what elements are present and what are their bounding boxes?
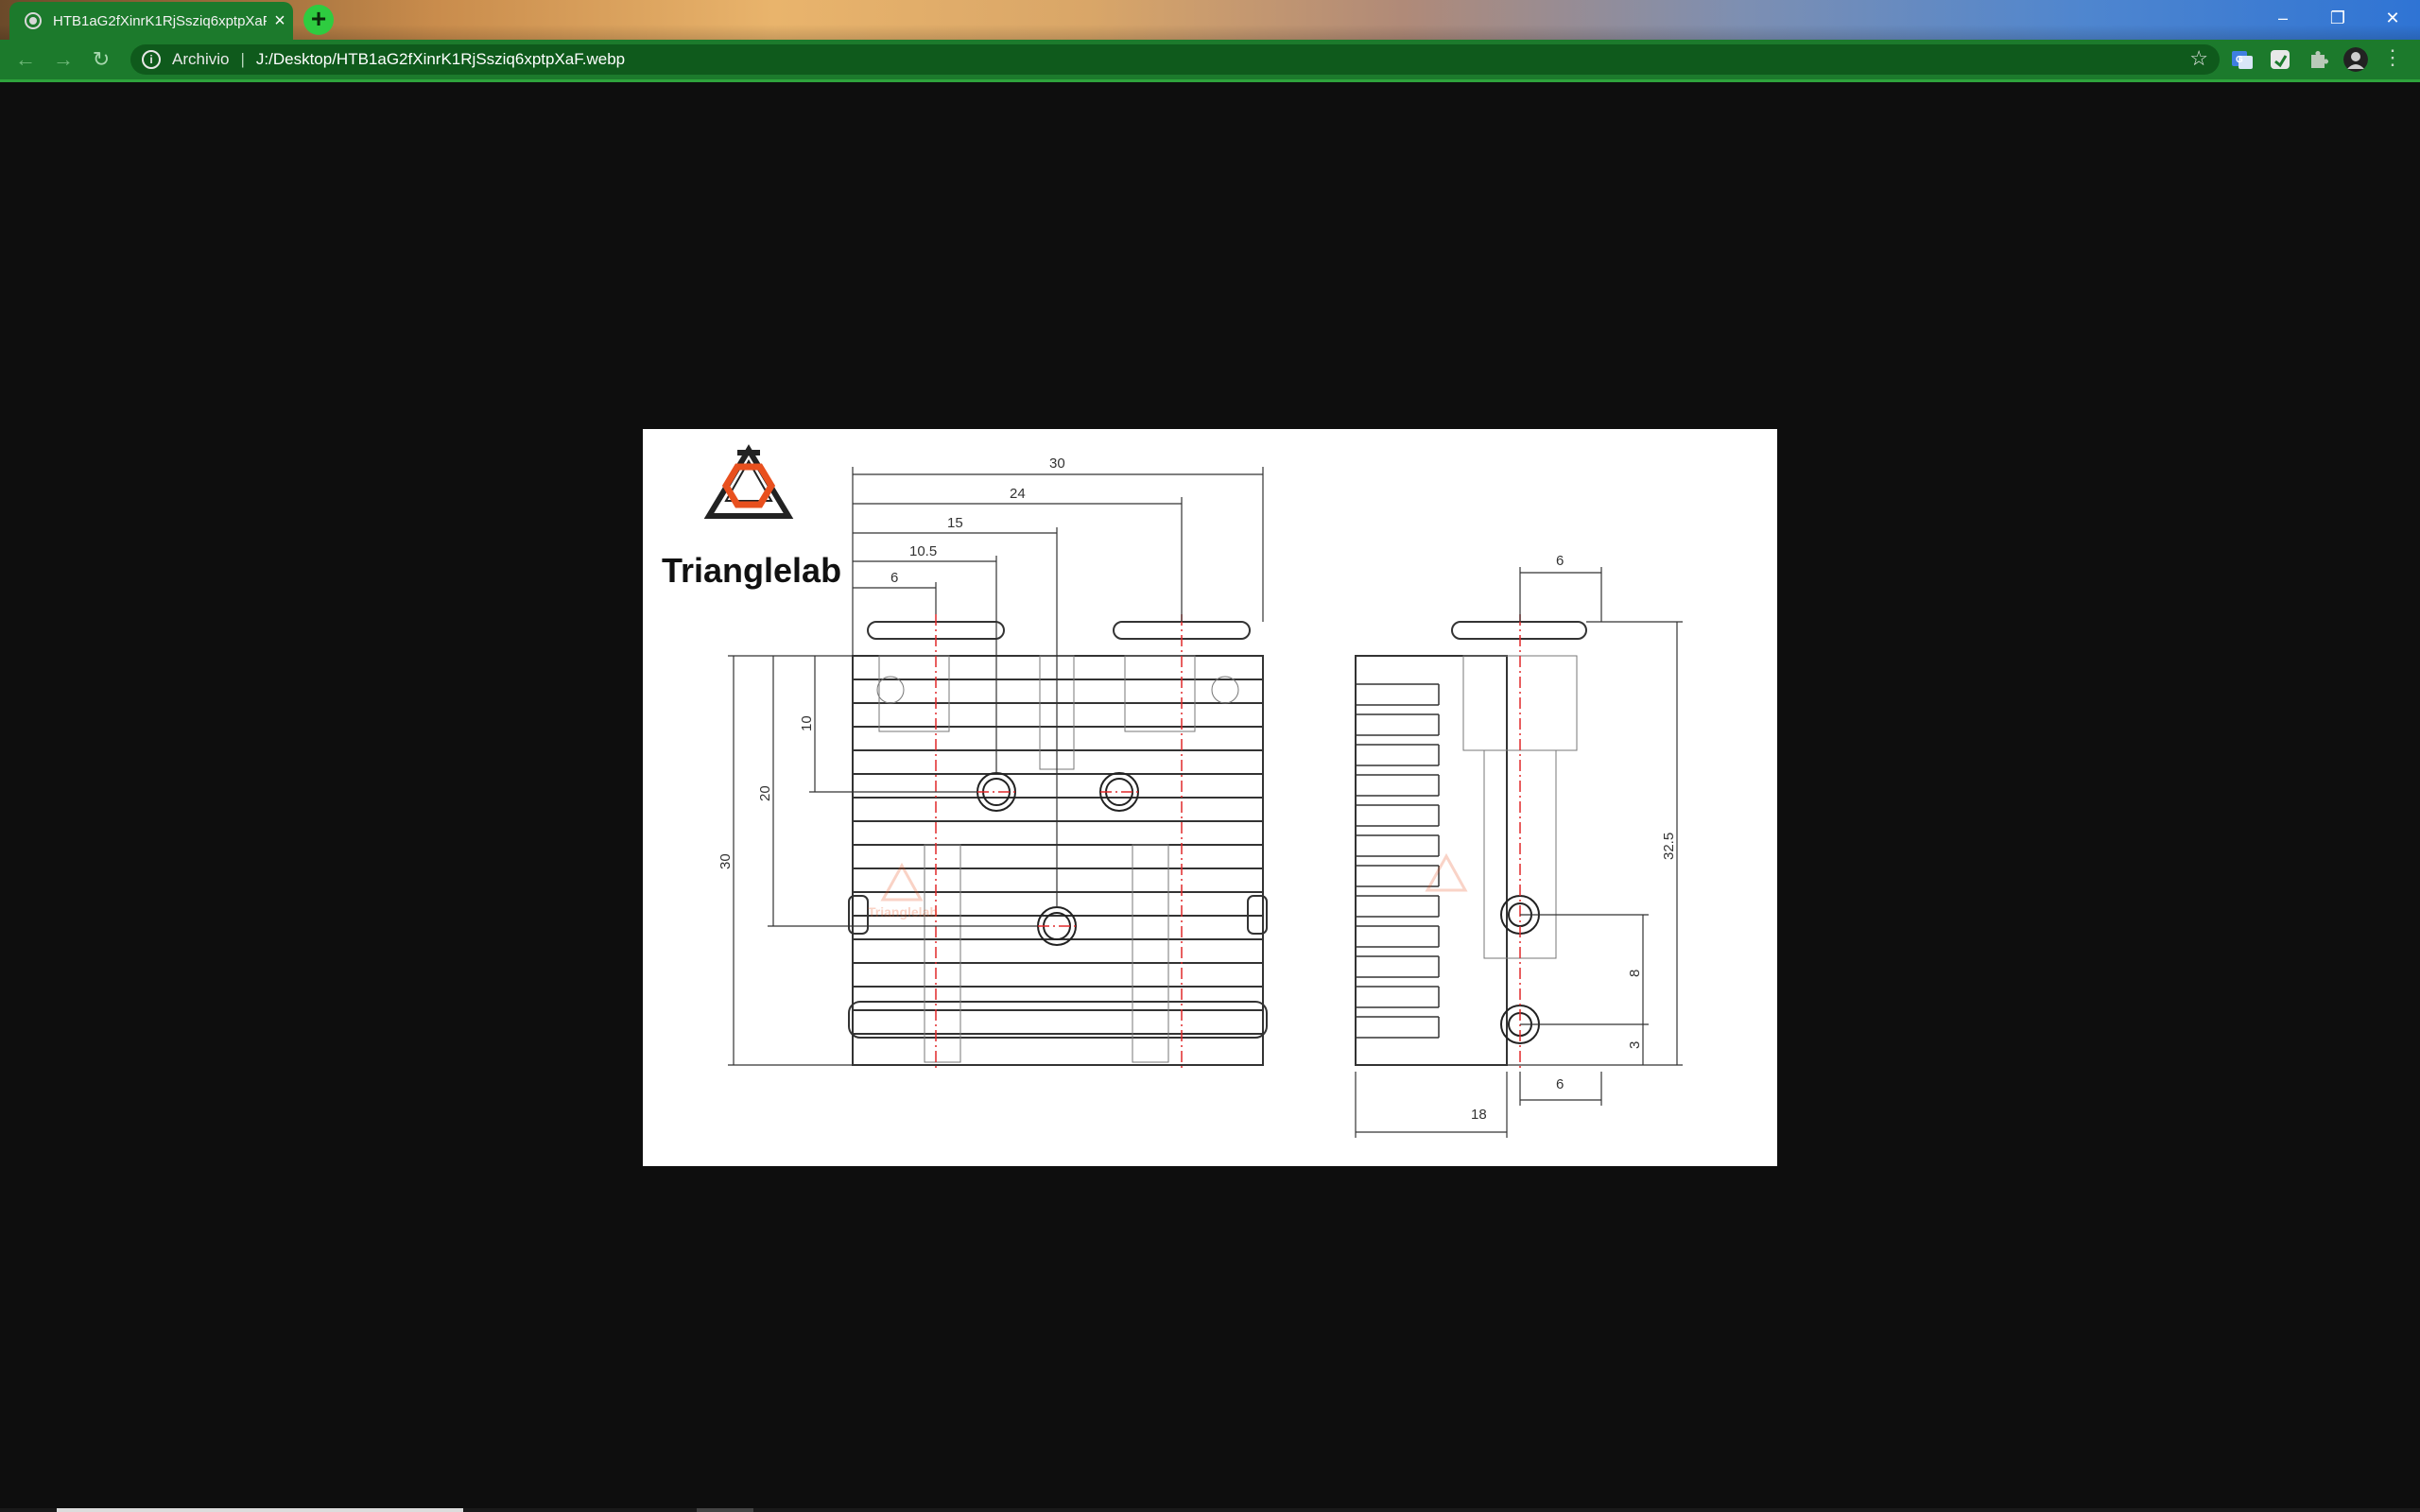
browser-menu-icon[interactable]: ⋮ — [2382, 45, 2403, 70]
browser-tab[interactable]: HTB1aG2fXinrK1RjSsziq6xptpXaF.webp × — [9, 2, 293, 40]
dimension-side-6-top: 6 — [1556, 553, 1564, 569]
dimension-3: 3 — [1627, 1041, 1643, 1049]
dimension-side-6-bottom: 6 — [1556, 1076, 1564, 1092]
back-button[interactable]: ← — [13, 47, 38, 72]
url-separator: | — [240, 50, 245, 68]
bookmark-star-icon[interactable]: ☆ — [2189, 46, 2208, 71]
window-title-bar — [0, 0, 2420, 40]
globe-icon — [25, 12, 42, 29]
watermark-side — [1425, 852, 1468, 892]
scrollbar-thumb[interactable] — [57, 1508, 463, 1512]
translate-extension-icon[interactable]: G — [2230, 47, 2255, 72]
viewed-image: Trianglelab 30 24 15 10.5 6 10 20 30 Tri… — [643, 429, 1777, 1166]
dimension-10-5: 10.5 — [909, 543, 937, 559]
dimension-18: 18 — [1471, 1107, 1487, 1123]
logo-text: Trianglelab — [662, 551, 841, 590]
technical-drawing: Trianglelab 30 24 15 10.5 6 10 20 30 Tri… — [662, 444, 1683, 1138]
dimension-10: 10 — [799, 715, 815, 731]
trianglelab-logo: Trianglelab — [662, 444, 841, 590]
address-bar[interactable]: i Archivio | J:/Desktop/HTB1aG2fXinrK1Rj… — [130, 44, 2220, 75]
puzzle-extensions-icon[interactable] — [2306, 47, 2330, 72]
dimension-6: 6 — [890, 570, 898, 586]
save-extension-icon[interactable] — [2268, 47, 2292, 72]
dimension-8: 8 — [1627, 970, 1643, 977]
url-text[interactable]: J:/Desktop/HTB1aG2fXinrK1RjSsziq6xptpXaF… — [256, 50, 625, 69]
profile-avatar[interactable] — [2343, 47, 2368, 72]
dimension-32-5: 32.5 — [1661, 833, 1677, 860]
dimension-20: 20 — [757, 785, 773, 801]
info-icon[interactable]: i — [142, 50, 161, 69]
svg-text:G: G — [2236, 55, 2243, 65]
scrollbar-track-marker — [697, 1508, 753, 1512]
browser-toolbar: ← → ↻ i Archivio | J:/Desktop/HTB1aG2fXi… — [0, 40, 2420, 79]
watermark-text: Trianglelab — [868, 904, 938, 919]
dimension-24: 24 — [1010, 486, 1026, 502]
new-tab-button[interactable]: + — [303, 5, 334, 35]
restore-button[interactable]: ❐ — [2310, 0, 2365, 40]
minimize-button[interactable]: – — [2256, 0, 2310, 40]
reload-button[interactable]: ↻ — [89, 47, 113, 72]
close-window-button[interactable]: ✕ — [2365, 0, 2420, 40]
dimension-30-left: 30 — [717, 853, 734, 869]
tab-title: HTB1aG2fXinrK1RjSsziq6xptpXaF.webp — [53, 12, 267, 29]
close-tab-icon[interactable]: × — [267, 10, 293, 32]
toolbar-divider — [0, 79, 2420, 82]
horizontal-scrollbar[interactable] — [0, 1508, 2420, 1512]
dimension-30: 30 — [1049, 455, 1065, 472]
url-scheme-label: Archivio — [172, 50, 230, 68]
dimension-15: 15 — [947, 515, 963, 531]
forward-button[interactable]: → — [51, 47, 76, 72]
